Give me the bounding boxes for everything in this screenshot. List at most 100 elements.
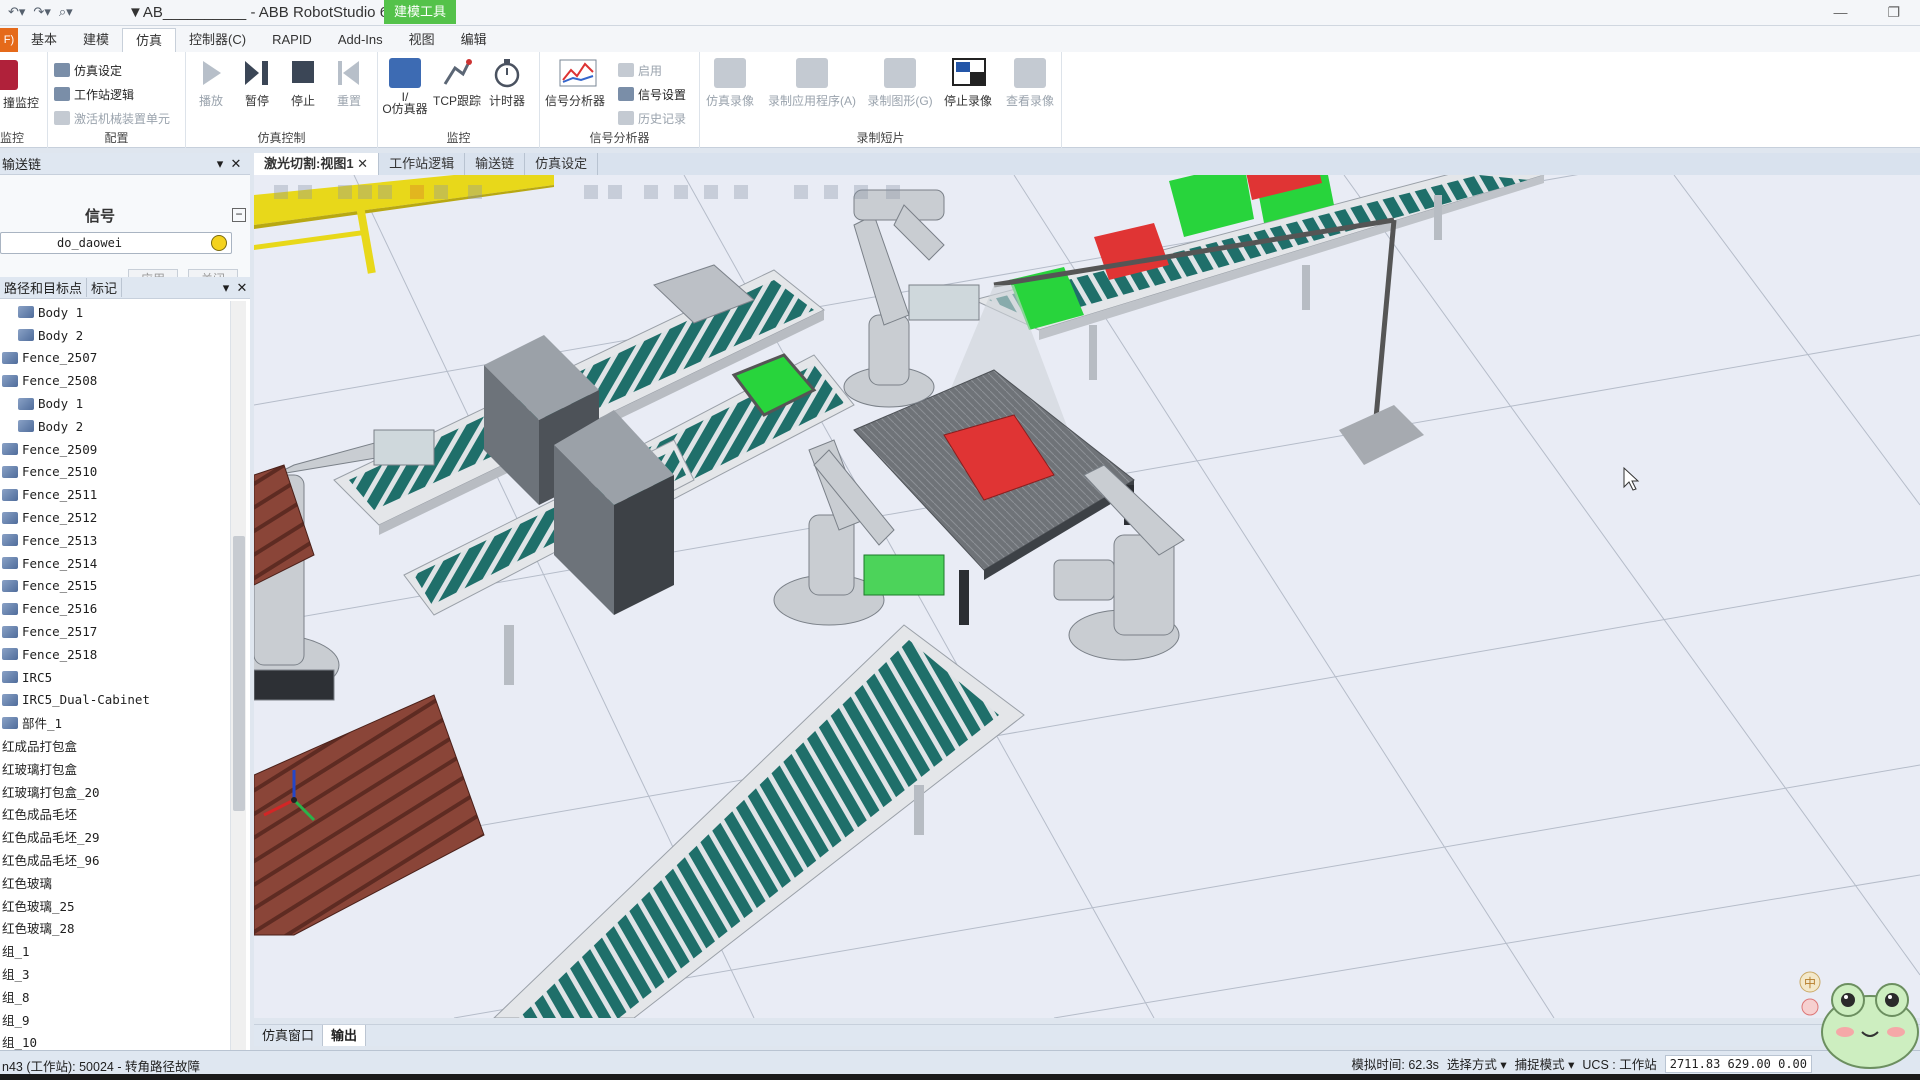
tree-item[interactable]: Fence_2508	[0, 369, 228, 392]
tab-controller[interactable]: 控制器(C)	[176, 28, 259, 52]
play-button[interactable]: 播放	[186, 58, 236, 109]
customize-icon[interactable]: ⌕▾	[59, 4, 73, 20]
tab-rapid[interactable]: RAPID	[259, 28, 325, 52]
bottom-tab[interactable]: 输出	[323, 1025, 367, 1046]
tree-item-label: Fence_2518	[22, 646, 98, 662]
tree-item-label: IRC5_Dual-Cabinet	[22, 692, 150, 708]
tree-item[interactable]: Body 2	[0, 415, 228, 438]
close-icon[interactable]: ✕	[228, 156, 244, 172]
sim-record-icon	[714, 58, 746, 88]
tree-panel-tabs: 路径和目标点 标记 ▾ ✕	[0, 277, 250, 299]
timer-button[interactable]: 计时器	[482, 58, 532, 109]
tree-item[interactable]: 红色成品毛坯	[0, 803, 228, 826]
record-graphics-button[interactable]: 录制图形(G)	[864, 58, 936, 109]
scroll-thumb[interactable]	[233, 536, 245, 811]
tab-basic[interactable]: 基本	[18, 28, 70, 52]
reset-button[interactable]: 重置	[324, 58, 374, 109]
history-button[interactable]: 历史记录	[618, 108, 686, 128]
tree-item[interactable]: 红色玻璃_28	[0, 917, 228, 940]
tree-item[interactable]: 红成品打包盒	[0, 734, 228, 757]
tree-item[interactable]: 组_9	[0, 1008, 228, 1031]
sim-record-button[interactable]: 仿真录像	[700, 58, 760, 109]
tree-item[interactable]: 红色成品毛坯_29	[0, 825, 228, 848]
io-simulator-button[interactable]: I/ O仿真器	[380, 58, 430, 116]
tree-item[interactable]: Fence_2518	[0, 643, 228, 666]
sim-setup-button[interactable]: 仿真设定	[54, 60, 122, 80]
tree-item[interactable]: Fence_2517	[0, 620, 228, 643]
undo-icon[interactable]: ↶▾	[8, 4, 25, 20]
tab-paths-targets[interactable]: 路径和目标点	[0, 278, 88, 297]
activate-mech-units-button[interactable]: 激活机械装置单元	[54, 108, 170, 128]
tree-item[interactable]: IRC5_Dual-Cabinet	[0, 689, 228, 712]
redo-icon[interactable]: ↷▾	[33, 4, 50, 20]
tree-item[interactable]: 红玻璃打包盒_20	[0, 780, 228, 803]
signal-row[interactable]: do_daowei	[0, 232, 232, 254]
tree-item[interactable]: Fence_2515	[0, 575, 228, 598]
bottom-tab[interactable]: 仿真窗口	[254, 1025, 324, 1046]
pause-button[interactable]: 暂停	[232, 58, 282, 109]
tree-item[interactable]: Fence_2516	[0, 597, 228, 620]
tree-item[interactable]: Fence_2509	[0, 438, 228, 461]
stop-button[interactable]: 停止	[278, 58, 328, 109]
signal-setup-button[interactable]: 信号设置	[618, 84, 686, 104]
ucs-indicator[interactable]: UCS : 工作站	[1582, 1054, 1656, 1073]
tab-simulation[interactable]: 仿真	[122, 28, 177, 52]
minimize-icon[interactable]: —	[1833, 4, 1847, 21]
tab-add-ins[interactable]: Add-Ins	[325, 28, 396, 52]
collision-monitor-button[interactable]: 撞监控	[0, 60, 46, 111]
record-application-button[interactable]: 录制应用程序(A)	[762, 58, 862, 109]
tree-item[interactable]: 红色玻璃_25	[0, 894, 228, 917]
group-collision-monitor: 撞监控 监控	[0, 52, 48, 148]
tree-item[interactable]: Fence_2513	[0, 529, 228, 552]
tree-item[interactable]: 组_8	[0, 985, 228, 1008]
tree-item-label: Fence_2514	[22, 555, 98, 571]
tree-item[interactable]: 红色玻璃	[0, 871, 228, 894]
tab-modeling[interactable]: 建模	[70, 28, 122, 52]
modeling-tools-context-tab[interactable]: 建模工具	[384, 0, 456, 24]
tree-item[interactable]: Body 2	[0, 324, 228, 347]
view-record-icon	[1014, 58, 1046, 88]
3d-viewport[interactable]	[254, 175, 1920, 1018]
enable-button[interactable]: 启用	[618, 60, 662, 80]
tree-item[interactable]: 部件_1	[0, 711, 228, 734]
maximize-icon[interactable]: ❐	[1887, 4, 1900, 21]
tree-item[interactable]: 红玻璃打包盒	[0, 757, 228, 780]
stop-record-button[interactable]: 停止录像	[938, 58, 998, 109]
part-icon	[2, 648, 18, 661]
tree-item[interactable]: Fence_2507	[0, 347, 228, 370]
title-bar: ↶▾ ↷▾ ⌕▾ ▼AB__________ - ABB RobotStudio…	[0, 0, 1920, 26]
select-mode-dropdown[interactable]: 选择方式 ▾	[1447, 1054, 1507, 1073]
panel-menu-icon[interactable]: ▾	[218, 280, 234, 296]
station-logic-button[interactable]: 工作站逻辑	[54, 84, 134, 104]
tree-item[interactable]: Fence_2512	[0, 506, 228, 529]
tab-edit[interactable]: 编辑	[448, 28, 500, 52]
close-icon[interactable]: ✕	[234, 280, 250, 296]
tree-item[interactable]: 组_1	[0, 939, 228, 962]
tree-item[interactable]: IRC5	[0, 666, 228, 689]
tree-item[interactable]: Fence_2514	[0, 552, 228, 575]
signal-analyzer-button[interactable]: 信号分析器	[540, 58, 610, 109]
tree-item[interactable]: Fence_2510	[0, 461, 228, 484]
tcp-trace-button[interactable]: TCP跟踪	[432, 58, 482, 109]
part-icon	[2, 534, 18, 547]
tree-item[interactable]: Body 1	[0, 392, 228, 415]
tree-scrollbar[interactable]	[230, 301, 246, 1052]
collapse-icon[interactable]: −	[232, 208, 246, 222]
tree-item[interactable]: 组_3	[0, 962, 228, 985]
document-tab[interactable]: 输送链	[465, 153, 526, 175]
tree-item[interactable]: 组_10	[0, 1031, 228, 1053]
tree-item[interactable]: 红色成品毛坯_96	[0, 848, 228, 871]
panel-menu-icon[interactable]: ▾	[212, 156, 228, 172]
document-tab[interactable]: 仿真设定	[525, 153, 599, 175]
tree-item[interactable]: Body 1	[0, 301, 228, 324]
tree-item[interactable]: Fence_2511	[0, 483, 228, 506]
snap-mode-dropdown[interactable]: 捕捉模式 ▾	[1515, 1054, 1575, 1073]
view-record-button[interactable]: 查看录像	[1000, 58, 1060, 109]
file-tab[interactable]: F)	[0, 28, 18, 52]
tree-item-label: Fence_2510	[22, 464, 98, 480]
document-tab[interactable]: 激光切割:视图1 ✕	[254, 153, 380, 175]
tab-view[interactable]: 视图	[396, 28, 448, 52]
tab-tags[interactable]: 标记	[87, 278, 123, 297]
document-tab[interactable]: 工作站逻辑	[379, 153, 466, 175]
signal-led-icon[interactable]	[211, 235, 227, 251]
